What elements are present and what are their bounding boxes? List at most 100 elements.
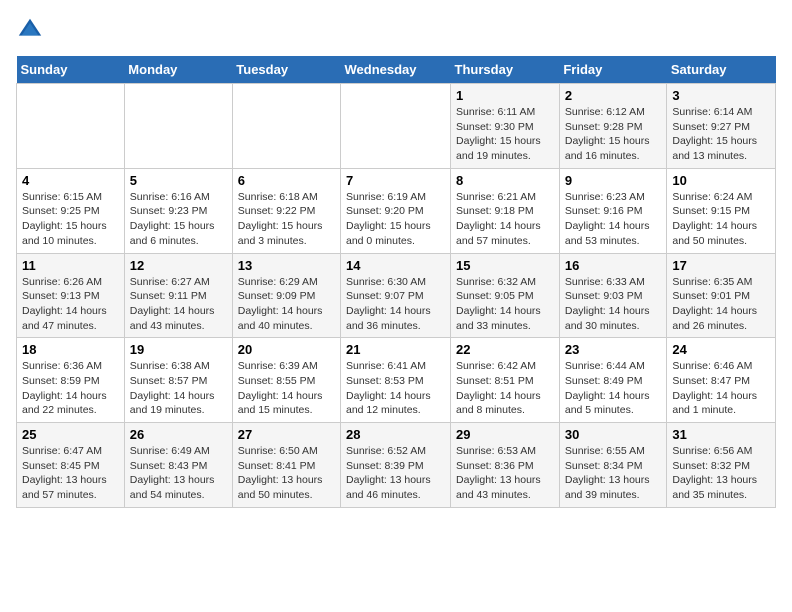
day-info: Sunrise: 6:24 AM Sunset: 9:15 PM Dayligh… (672, 190, 770, 249)
day-number: 13 (238, 258, 335, 273)
day-info: Sunrise: 6:26 AM Sunset: 9:13 PM Dayligh… (22, 275, 119, 334)
day-info: Sunrise: 6:29 AM Sunset: 9:09 PM Dayligh… (238, 275, 335, 334)
day-info: Sunrise: 6:53 AM Sunset: 8:36 PM Dayligh… (456, 444, 554, 503)
day-number: 2 (565, 88, 662, 103)
calendar-cell: 7 Sunrise: 6:19 AM Sunset: 9:20 PM Daylig… (341, 168, 451, 253)
weekday-header: Wednesday (341, 56, 451, 84)
day-number: 17 (672, 258, 770, 273)
day-number: 28 (346, 427, 445, 442)
calendar-cell: 5 Sunrise: 6:16 AM Sunset: 9:23 PM Daylig… (124, 168, 232, 253)
day-info: Sunrise: 6:30 AM Sunset: 9:07 PM Dayligh… (346, 275, 445, 334)
day-number: 7 (346, 173, 445, 188)
day-number: 5 (130, 173, 227, 188)
calendar-cell: 25Sunrise: 6:47 AM Sunset: 8:45 PM Dayli… (17, 423, 125, 508)
calendar-cell (232, 84, 340, 169)
calendar-week-row: 4Sunrise: 6:15 AM Sunset: 9:25 PM Daylig… (17, 168, 776, 253)
calendar-cell: 3 Sunrise: 6:14 AM Sunset: 9:27 PM Daylig… (667, 84, 776, 169)
calendar-cell: 15 Sunrise: 6:32 AM Sunset: 9:05 PM Dayli… (451, 253, 560, 338)
day-info: Sunrise: 6:14 AM Sunset: 9:27 PM Dayligh… (672, 105, 770, 164)
day-info: Sunrise: 6:44 AM Sunset: 8:49 PM Dayligh… (565, 359, 662, 418)
day-number: 11 (22, 258, 119, 273)
weekday-header: Thursday (451, 56, 560, 84)
calendar-cell (341, 84, 451, 169)
day-info: Sunrise: 6:27 AM Sunset: 9:11 PM Dayligh… (130, 275, 227, 334)
day-info: Sunrise: 6:33 AM Sunset: 9:03 PM Dayligh… (565, 275, 662, 334)
day-number: 18 (22, 342, 119, 357)
calendar-cell: 2 Sunrise: 6:12 AM Sunset: 9:28 PM Daylig… (559, 84, 667, 169)
day-number: 8 (456, 173, 554, 188)
calendar-cell: 24 Sunrise: 6:46 AM Sunset: 8:47 PM Dayli… (667, 338, 776, 423)
day-number: 25 (22, 427, 119, 442)
page-header (16, 16, 776, 44)
day-number: 26 (130, 427, 227, 442)
calendar-cell: 20Sunrise: 6:39 AM Sunset: 8:55 PM Dayli… (232, 338, 340, 423)
weekday-header: Monday (124, 56, 232, 84)
day-info: Sunrise: 6:16 AM Sunset: 9:23 PM Dayligh… (130, 190, 227, 249)
day-info: Sunrise: 6:19 AM Sunset: 9:20 PM Dayligh… (346, 190, 445, 249)
calendar-cell: 16Sunrise: 6:33 AM Sunset: 9:03 PM Dayli… (559, 253, 667, 338)
day-info: Sunrise: 6:23 AM Sunset: 9:16 PM Dayligh… (565, 190, 662, 249)
day-info: Sunrise: 6:42 AM Sunset: 8:51 PM Dayligh… (456, 359, 554, 418)
logo-icon (16, 16, 44, 44)
day-number: 12 (130, 258, 227, 273)
day-number: 21 (346, 342, 445, 357)
day-number: 14 (346, 258, 445, 273)
calendar-body: 1 Sunrise: 6:11 AM Sunset: 9:30 PM Daylig… (17, 84, 776, 508)
calendar-cell: 21 Sunrise: 6:41 AM Sunset: 8:53 PM Dayli… (341, 338, 451, 423)
calendar-cell: 6 Sunrise: 6:18 AM Sunset: 9:22 PM Daylig… (232, 168, 340, 253)
calendar-cell: 19 Sunrise: 6:38 AM Sunset: 8:57 PM Dayli… (124, 338, 232, 423)
day-info: Sunrise: 6:21 AM Sunset: 9:18 PM Dayligh… (456, 190, 554, 249)
calendar-cell: 29Sunrise: 6:53 AM Sunset: 8:36 PM Dayli… (451, 423, 560, 508)
day-number: 3 (672, 88, 770, 103)
day-number: 19 (130, 342, 227, 357)
calendar-cell: 22 Sunrise: 6:42 AM Sunset: 8:51 PM Dayli… (451, 338, 560, 423)
day-info: Sunrise: 6:36 AM Sunset: 8:59 PM Dayligh… (22, 359, 119, 418)
calendar-week-row: 25Sunrise: 6:47 AM Sunset: 8:45 PM Dayli… (17, 423, 776, 508)
calendar-week-row: 1 Sunrise: 6:11 AM Sunset: 9:30 PM Daylig… (17, 84, 776, 169)
day-info: Sunrise: 6:55 AM Sunset: 8:34 PM Dayligh… (565, 444, 662, 503)
logo (16, 16, 48, 44)
calendar-cell: 18 Sunrise: 6:36 AM Sunset: 8:59 PM Dayli… (17, 338, 125, 423)
calendar-cell: 12 Sunrise: 6:27 AM Sunset: 9:11 PM Dayli… (124, 253, 232, 338)
day-number: 1 (456, 88, 554, 103)
weekday-header: Saturday (667, 56, 776, 84)
calendar-cell: 23Sunrise: 6:44 AM Sunset: 8:49 PM Dayli… (559, 338, 667, 423)
day-info: Sunrise: 6:41 AM Sunset: 8:53 PM Dayligh… (346, 359, 445, 418)
calendar-cell: 4Sunrise: 6:15 AM Sunset: 9:25 PM Daylig… (17, 168, 125, 253)
day-info: Sunrise: 6:35 AM Sunset: 9:01 PM Dayligh… (672, 275, 770, 334)
calendar-cell: 14 Sunrise: 6:30 AM Sunset: 9:07 PM Dayli… (341, 253, 451, 338)
calendar-cell: 27Sunrise: 6:50 AM Sunset: 8:41 PM Dayli… (232, 423, 340, 508)
calendar-week-row: 11 Sunrise: 6:26 AM Sunset: 9:13 PM Dayli… (17, 253, 776, 338)
calendar-cell: 30 Sunrise: 6:55 AM Sunset: 8:34 PM Dayli… (559, 423, 667, 508)
day-info: Sunrise: 6:32 AM Sunset: 9:05 PM Dayligh… (456, 275, 554, 334)
calendar-cell: 17 Sunrise: 6:35 AM Sunset: 9:01 PM Dayli… (667, 253, 776, 338)
day-number: 24 (672, 342, 770, 357)
day-info: Sunrise: 6:38 AM Sunset: 8:57 PM Dayligh… (130, 359, 227, 418)
calendar-cell: 26 Sunrise: 6:49 AM Sunset: 8:43 PM Dayli… (124, 423, 232, 508)
day-number: 22 (456, 342, 554, 357)
calendar-cell (17, 84, 125, 169)
weekday-header: Tuesday (232, 56, 340, 84)
calendar-cell: 13 Sunrise: 6:29 AM Sunset: 9:09 PM Dayli… (232, 253, 340, 338)
weekday-header: Friday (559, 56, 667, 84)
day-info: Sunrise: 6:39 AM Sunset: 8:55 PM Dayligh… (238, 359, 335, 418)
day-info: Sunrise: 6:18 AM Sunset: 9:22 PM Dayligh… (238, 190, 335, 249)
calendar-table: SundayMondayTuesdayWednesdayThursdayFrid… (16, 56, 776, 508)
calendar-cell (124, 84, 232, 169)
calendar-cell: 9Sunrise: 6:23 AM Sunset: 9:16 PM Daylig… (559, 168, 667, 253)
calendar-cell: 31Sunrise: 6:56 AM Sunset: 8:32 PM Dayli… (667, 423, 776, 508)
calendar-header: SundayMondayTuesdayWednesdayThursdayFrid… (17, 56, 776, 84)
calendar-cell: 11 Sunrise: 6:26 AM Sunset: 9:13 PM Dayli… (17, 253, 125, 338)
day-info: Sunrise: 6:15 AM Sunset: 9:25 PM Dayligh… (22, 190, 119, 249)
weekday-header: Sunday (17, 56, 125, 84)
day-info: Sunrise: 6:12 AM Sunset: 9:28 PM Dayligh… (565, 105, 662, 164)
day-number: 30 (565, 427, 662, 442)
day-number: 15 (456, 258, 554, 273)
day-info: Sunrise: 6:11 AM Sunset: 9:30 PM Dayligh… (456, 105, 554, 164)
calendar-cell: 8 Sunrise: 6:21 AM Sunset: 9:18 PM Daylig… (451, 168, 560, 253)
day-number: 6 (238, 173, 335, 188)
day-number: 31 (672, 427, 770, 442)
day-info: Sunrise: 6:49 AM Sunset: 8:43 PM Dayligh… (130, 444, 227, 503)
day-number: 27 (238, 427, 335, 442)
day-info: Sunrise: 6:46 AM Sunset: 8:47 PM Dayligh… (672, 359, 770, 418)
